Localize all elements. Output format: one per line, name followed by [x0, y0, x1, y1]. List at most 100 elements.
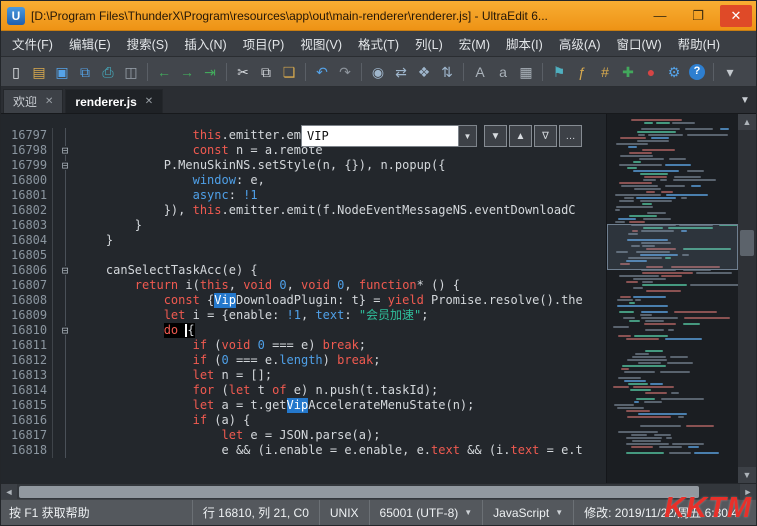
tag-list-icon[interactable]: #: [594, 61, 616, 83]
save-all-icon[interactable]: ⧉: [74, 61, 96, 83]
code-line[interactable]: 16810 ⊟ do {: [1, 323, 606, 338]
menu-item[interactable]: 视图(V): [293, 31, 349, 56]
find-next-button[interactable]: ▼: [484, 125, 507, 147]
code-line[interactable]: 16818 e && (i.enable = e.enable, e. text …: [1, 443, 606, 458]
fold-gutter: [53, 413, 77, 428]
code-line[interactable]: 16809 let i = {enable: !1, text: "会员加速";: [1, 308, 606, 323]
minimap[interactable]: [606, 114, 738, 483]
find-icon[interactable]: ◉: [367, 61, 389, 83]
minimize-button[interactable]: —: [644, 5, 676, 27]
cut-icon[interactable]: ✂: [232, 61, 254, 83]
code-line[interactable]: 16815 let a = t.get Vip AccelerateMenuStat…: [1, 398, 606, 413]
menu-item[interactable]: 高级(A): [552, 31, 608, 56]
vertical-scroll-thumb[interactable]: [740, 230, 754, 256]
menu-item[interactable]: 宏(M): [452, 31, 497, 56]
scroll-up-icon[interactable]: ▲: [738, 114, 756, 130]
tab-list-dropdown-icon[interactable]: ▼: [734, 95, 756, 106]
fold-gutter: [53, 188, 77, 203]
code-area[interactable]: 16797 this.emitter.emit(f.NodeEvent16798…: [1, 114, 606, 483]
column-mode-icon[interactable]: ▦: [515, 61, 537, 83]
code-line[interactable]: 16811 if (void 0 === e) break;: [1, 338, 606, 353]
uppercase-icon[interactable]: A: [469, 61, 491, 83]
code-line[interactable]: 16816 if (a) {: [1, 413, 606, 428]
status-language[interactable]: JavaScript ▼: [482, 500, 573, 525]
code-line[interactable]: 16812 if (0 === e. length) break;: [1, 353, 606, 368]
menu-item[interactable]: 脚本(I): [499, 31, 550, 56]
function-list-icon[interactable]: ƒ: [571, 61, 593, 83]
print-icon[interactable]: ⎙: [97, 61, 119, 83]
tab-welcome[interactable]: 欢迎 ✕: [3, 89, 64, 113]
status-line-ending[interactable]: UNIX: [318, 500, 369, 525]
code-line[interactable]: 16805: [1, 248, 606, 263]
find-filter-button[interactable]: ∇: [534, 125, 557, 147]
scroll-left-icon[interactable]: ◄: [1, 483, 17, 500]
horizontal-scroll-thumb[interactable]: [19, 485, 699, 498]
code-line[interactable]: 16813 let n = [];: [1, 368, 606, 383]
help-icon[interactable]: ?: [689, 63, 705, 80]
print-preview-icon[interactable]: ◫: [120, 61, 142, 83]
menu-item[interactable]: 搜索(S): [120, 31, 176, 56]
code-line[interactable]: 16817 let e = JSON.parse(a);: [1, 428, 606, 443]
status-encoding[interactable]: 65001 (UTF-8) ▼: [368, 500, 483, 525]
code-line[interactable]: 16814 for (let t of e) n.push(t.taskId);: [1, 383, 606, 398]
tab-renderer-js[interactable]: renderer.js ✕: [65, 89, 164, 113]
code-line[interactable]: 16802 }), this .emitter.emit(f.NodeEventM…: [1, 203, 606, 218]
menu-item[interactable]: 项目(P): [236, 31, 292, 56]
open-folder-icon[interactable]: ▤: [28, 61, 50, 83]
menu-item[interactable]: 插入(N): [177, 31, 233, 56]
fold-toggle-icon[interactable]: ⊟: [61, 145, 69, 156]
redo-icon[interactable]: ↷: [334, 61, 356, 83]
code-line[interactable]: 16800 window: e,: [1, 173, 606, 188]
fold-gutter: [53, 428, 77, 443]
close-tab-icon[interactable]: ✕: [145, 96, 153, 107]
settings-icon[interactable]: ⚙: [663, 61, 685, 83]
find-in-files-icon[interactable]: ❖: [413, 61, 435, 83]
menu-item[interactable]: 格式(T): [351, 31, 406, 56]
vertical-scrollbar[interactable]: ▲ ▼: [738, 114, 756, 483]
vertical-scroll-track[interactable]: [738, 130, 756, 467]
copy-icon[interactable]: ⧉: [255, 61, 277, 83]
goto-icon[interactable]: ⇥: [199, 61, 221, 83]
menu-item[interactable]: 窗口(W): [610, 31, 669, 56]
forward-icon[interactable]: →: [176, 61, 198, 83]
new-file-icon[interactable]: ▯: [5, 61, 27, 83]
plugin-icon[interactable]: ✚: [617, 61, 639, 83]
bookmark-icon[interactable]: ⚑: [548, 61, 570, 83]
paste-icon[interactable]: ❏: [278, 61, 300, 83]
fold-toggle-icon[interactable]: ⊟: [61, 160, 69, 171]
code-line[interactable]: 16799 ⊟ P.MenuSkinNS.setStyle(n, {}), n.p…: [1, 158, 606, 173]
find-more-button[interactable]: …: [559, 125, 582, 147]
debug-icon[interactable]: ●: [640, 61, 662, 83]
search-history-dropdown-icon[interactable]: ▼: [459, 125, 477, 147]
code-line[interactable]: 16803 }: [1, 218, 606, 233]
horizontal-scrollbar[interactable]: ◄ ►: [1, 483, 756, 500]
menu-item[interactable]: 编辑(E): [62, 31, 118, 56]
close-tab-icon[interactable]: ✕: [45, 96, 53, 107]
close-button[interactable]: ✕: [720, 4, 752, 27]
replace-icon[interactable]: ⇄: [390, 61, 412, 83]
fold-toggle-icon[interactable]: ⊟: [61, 265, 69, 276]
horizontal-scroll-track[interactable]: [17, 484, 740, 500]
search-input[interactable]: [301, 125, 459, 147]
line-number: 16799: [1, 158, 53, 173]
scroll-down-icon[interactable]: ▼: [738, 467, 756, 483]
find-prev-button[interactable]: ▲: [509, 125, 532, 147]
undo-icon[interactable]: ↶: [311, 61, 333, 83]
menu-item[interactable]: 帮助(H): [671, 31, 727, 56]
code-line[interactable]: 16807 return i(this, void 0, void 0, fun…: [1, 278, 606, 293]
back-icon[interactable]: ←: [153, 61, 175, 83]
lowercase-icon[interactable]: a: [492, 61, 514, 83]
code-line[interactable]: 16806 ⊟ canSelectTaskAcc(e) {: [1, 263, 606, 278]
save-icon[interactable]: ▣: [51, 61, 73, 83]
code-line[interactable]: 16804 }: [1, 233, 606, 248]
menu-item[interactable]: 文件(F): [5, 31, 60, 56]
minimap-viewport[interactable]: [607, 224, 738, 270]
menu-item[interactable]: 列(L): [408, 31, 450, 56]
code-line[interactable]: 16801 async: !1: [1, 188, 606, 203]
code-line[interactable]: 16808 const {Vip DownloadPlugin: t} = yie…: [1, 293, 606, 308]
maximize-button[interactable]: ❐: [682, 5, 714, 27]
sort-icon[interactable]: ⇅: [436, 61, 458, 83]
fold-toggle-icon[interactable]: ⊟: [61, 325, 69, 336]
code-text: let i = {enable: !1, text: "会员加速";: [163, 308, 429, 322]
toolbar-overflow-icon[interactable]: ▾: [719, 61, 741, 83]
